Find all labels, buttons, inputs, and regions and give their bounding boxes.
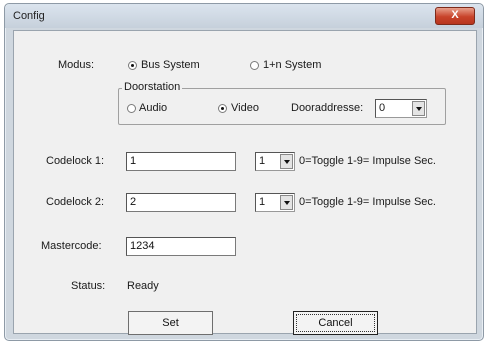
radio-video-label[interactable]: Video xyxy=(231,102,259,114)
radio-1n-system[interactable] xyxy=(250,61,259,70)
mastercode-label: Mastercode: xyxy=(41,240,102,252)
close-icon: X xyxy=(451,9,459,21)
chevron-down-icon[interactable] xyxy=(280,154,293,169)
close-button[interactable]: X xyxy=(435,7,475,25)
radio-bus-system-label[interactable]: Bus System xyxy=(141,59,200,71)
dooraddresse-select[interactable]: 0 xyxy=(375,99,427,118)
cancel-button[interactable]: Cancel xyxy=(293,311,378,335)
codelock2-input[interactable]: 2 xyxy=(126,193,236,212)
codelock1-mode-value: 1 xyxy=(259,155,266,167)
codelock2-label: Codelock 2: xyxy=(46,196,105,208)
dooraddresse-label: Dooraddresse: xyxy=(291,102,364,114)
codelock2-mode-select[interactable]: 1 xyxy=(255,193,295,212)
config-window: Config X Modus: Bus System 1+n System Do… xyxy=(4,3,484,341)
dooraddresse-value: 0 xyxy=(379,102,386,114)
codelock1-hint: 0=Toggle 1-9= Impulse Sec. xyxy=(299,155,436,167)
codelock1-label: Codelock 1: xyxy=(46,155,105,167)
status-value: Ready xyxy=(127,280,159,292)
chevron-down-icon[interactable] xyxy=(280,195,293,210)
radio-audio[interactable] xyxy=(127,104,136,113)
codelock2-mode-value: 1 xyxy=(259,196,266,208)
window-title: Config xyxy=(13,10,45,22)
cancel-button-label: Cancel xyxy=(296,314,375,332)
codelock1-input[interactable]: 1 xyxy=(126,152,236,171)
radio-1n-system-label[interactable]: 1+n System xyxy=(263,59,321,71)
radio-audio-label[interactable]: Audio xyxy=(139,102,167,114)
set-button[interactable]: Set xyxy=(128,311,213,335)
status-label: Status: xyxy=(71,280,106,292)
modus-label: Modus: xyxy=(58,59,95,71)
codelock2-hint: 0=Toggle 1-9= Impulse Sec. xyxy=(299,196,436,208)
radio-video[interactable] xyxy=(218,104,227,113)
chevron-down-icon[interactable] xyxy=(412,101,425,116)
dialog-body: Modus: Bus System 1+n System Doorstation… xyxy=(13,30,477,335)
codelock1-mode-select[interactable]: 1 xyxy=(255,152,295,171)
title-bar[interactable]: Config X xyxy=(5,4,483,28)
radio-bus-system[interactable] xyxy=(128,61,137,70)
mastercode-input[interactable]: 1234 xyxy=(126,237,236,256)
doorstation-legend: Doorstation xyxy=(122,81,183,93)
